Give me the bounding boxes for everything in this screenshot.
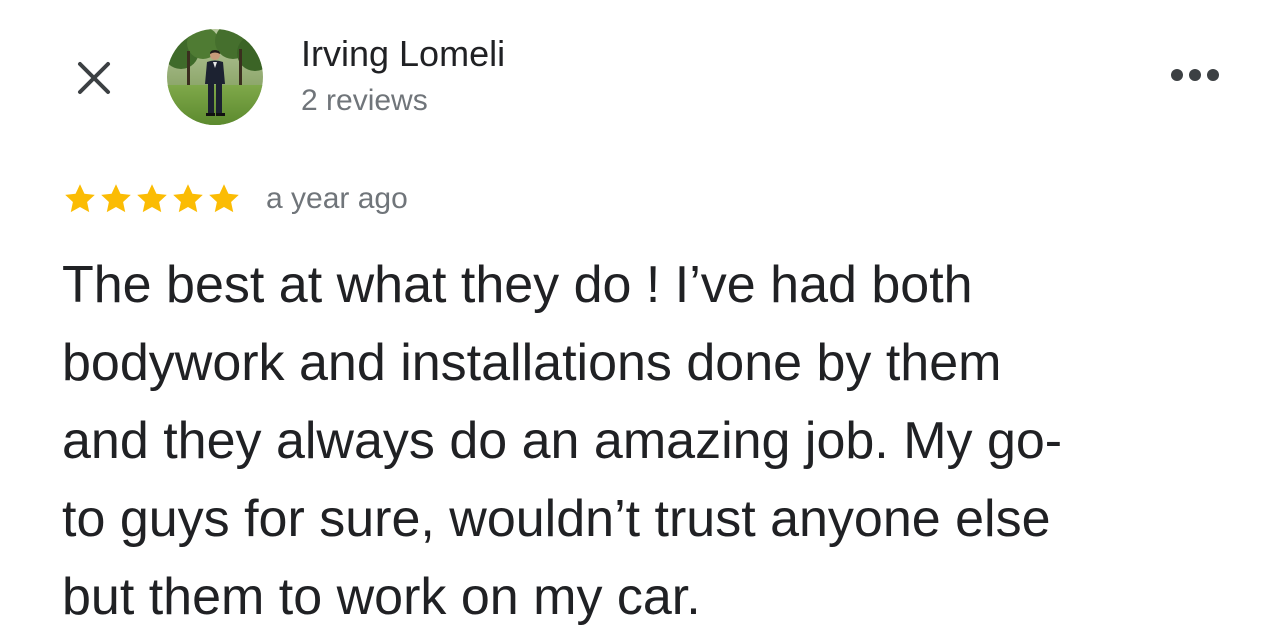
rating-row: a year ago [62, 178, 408, 220]
avatar[interactable] [167, 29, 263, 125]
star-icon [101, 184, 131, 213]
star-icon [173, 184, 203, 213]
review-text-line: to guys for sure, wouldn’t trust anyone … [62, 490, 1051, 548]
close-button[interactable] [66, 50, 122, 106]
more-options-button[interactable] [1160, 52, 1230, 98]
review-text-line: and they always do an amazing job. My go… [62, 412, 1063, 470]
reviewer-name[interactable]: Irving Lomeli [301, 32, 505, 76]
review-text-line: bodywork and installations done by them [62, 334, 1002, 392]
review-time: a year ago [266, 182, 408, 215]
review-count[interactable]: 2 reviews [301, 82, 428, 120]
more-horizontal-icon [1171, 69, 1219, 81]
review-text: The best at what they do ! I’ve had both… [62, 246, 1242, 636]
close-icon [78, 62, 110, 94]
review-text-line: but them to work on my car. [62, 568, 701, 626]
star-rating [62, 181, 242, 217]
avatar-photo [167, 29, 263, 125]
review-text-line: The best at what they do ! I’ve had both [62, 256, 973, 314]
star-icon [209, 184, 239, 213]
star-icon [65, 184, 95, 213]
star-icon [137, 184, 167, 213]
